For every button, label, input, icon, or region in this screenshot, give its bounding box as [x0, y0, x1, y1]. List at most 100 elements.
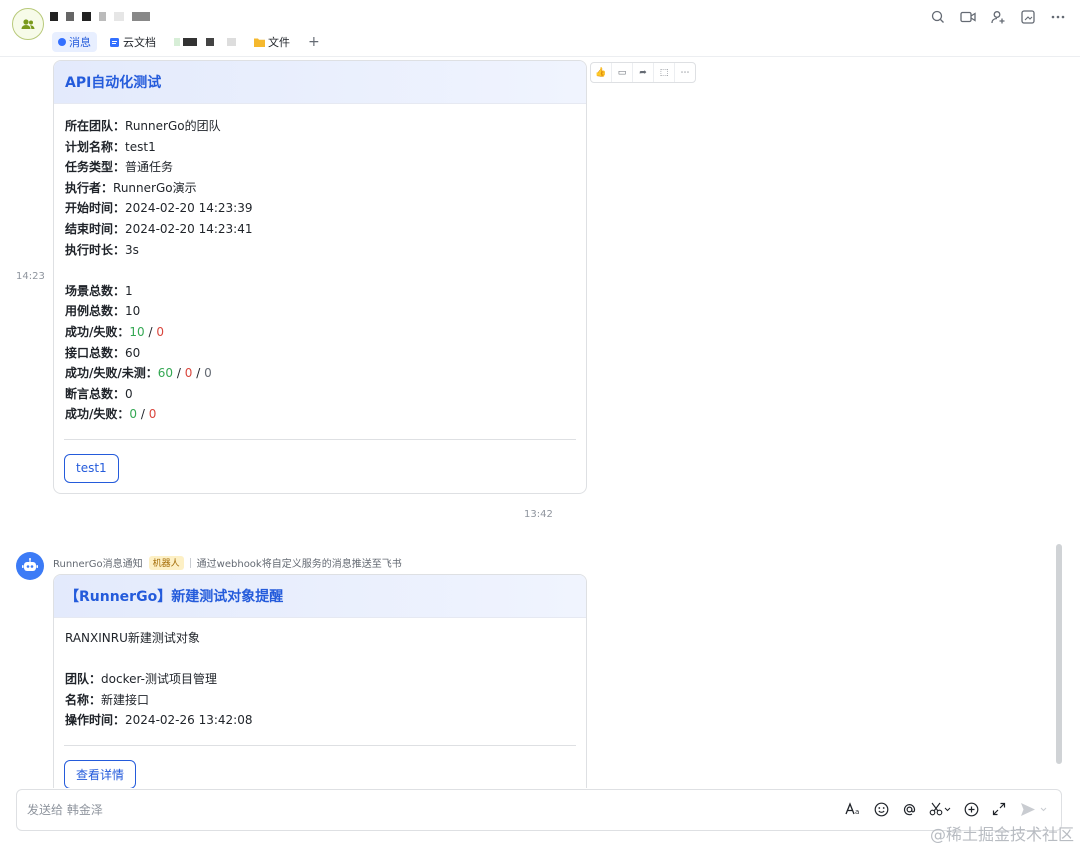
- success-count: 0: [129, 407, 138, 422]
- field-key: 结束时间: [65, 221, 114, 236]
- watermark: @稀土掘金技术社区: [929, 825, 1074, 844]
- stat-api-total: 接口总数：60: [65, 345, 141, 360]
- bot-avatar[interactable]: [16, 552, 44, 580]
- stat-case-total: 用例总数：10: [65, 304, 141, 319]
- expand-icon[interactable]: [991, 801, 1007, 817]
- group-avatar[interactable]: [12, 8, 44, 40]
- message-card-new-object: 【RunnerGo】新建测试对象提醒 RANXINRU新建测试对象 团队：doc…: [53, 574, 587, 788]
- message-card-api-test: API自动化测试 所在团队：RunnerGo的团队 计划名称：test1 任务类…: [53, 60, 587, 494]
- stat-value: 0: [125, 386, 133, 401]
- stat-key: 成功/失败: [65, 324, 118, 339]
- field-plan-name: 计划名称：test1: [65, 139, 156, 154]
- stat-value: 60: [125, 345, 141, 360]
- card-title: 【RunnerGo】新建测试对象提醒: [54, 575, 586, 618]
- stat-value: 10: [125, 304, 141, 319]
- field-value: 新建接口: [101, 692, 150, 707]
- reply-icon[interactable]: ⬚: [654, 63, 675, 82]
- view-details-button[interactable]: 查看详情: [64, 759, 137, 788]
- field-key: 开始时间: [65, 201, 114, 216]
- tab-label: 消息: [69, 36, 91, 49]
- comment-icon[interactable]: ▭: [612, 63, 633, 82]
- stat-case-result: 成功/失败：10 / 0: [65, 324, 164, 339]
- field-key: 操作时间: [65, 713, 114, 728]
- card-body: RANXINRU新建测试对象 团队：docker-测试项目管理 名称：新建接口 …: [54, 618, 586, 731]
- sender-line: RunnerGo消息通知 机器人 通过webhook将自定义服务的消息推送至飞书: [53, 555, 402, 570]
- card-body: 所在团队：RunnerGo的团队 计划名称：test1 任务类型：普通任务 执行…: [54, 104, 586, 425]
- stat-key: 场景总数: [65, 283, 114, 298]
- field-value: docker-测试项目管理: [101, 672, 217, 687]
- fail-count: 0: [156, 324, 164, 339]
- add-tab-button[interactable]: +: [302, 32, 326, 52]
- tab-label: 云文档: [123, 36, 156, 49]
- bot-description: 通过webhook将自定义服务的消息推送至飞书: [196, 559, 402, 570]
- emoji-icon[interactable]: [873, 801, 889, 817]
- mention-icon[interactable]: [901, 801, 917, 817]
- field-value: 2024-02-26 13:42:08: [125, 713, 253, 728]
- separator: [189, 557, 191, 568]
- field-team: 所在团队：RunnerGo的团队: [65, 119, 221, 133]
- screenshot-icon[interactable]: [929, 801, 951, 817]
- message-input[interactable]: [27, 790, 627, 830]
- message-list[interactable]: API自动化测试 所在团队：RunnerGo的团队 计划名称：test1 任务类…: [0, 56, 1066, 788]
- stat-key: 接口总数: [65, 345, 114, 360]
- field-start-time: 开始时间：2024-02-20 14:23:39: [65, 201, 253, 216]
- video-call-icon[interactable]: [960, 9, 976, 25]
- fail-count: 0: [148, 407, 157, 422]
- sender-name[interactable]: RunnerGo消息通知: [53, 555, 143, 570]
- field-name: 名称：新建接口: [65, 692, 150, 707]
- test1-button[interactable]: test1: [64, 453, 119, 483]
- tab-cloud-docs[interactable]: 云文档: [103, 32, 162, 52]
- forward-icon[interactable]: ➦: [633, 63, 654, 82]
- untested-count: 0: [204, 366, 212, 381]
- text-format-icon[interactable]: a: [845, 801, 861, 817]
- field-operation-time: 操作时间：2024-02-26 13:42:08: [65, 713, 253, 728]
- stat-assert-total: 断言总数：0: [65, 386, 133, 401]
- field-value: RunnerGo演示: [113, 180, 197, 195]
- more-icon[interactable]: [1050, 9, 1066, 25]
- chat-title-redacted: [50, 12, 150, 21]
- thumbs-up-icon[interactable]: 👍: [591, 63, 612, 82]
- message-time: 14:23: [16, 271, 45, 282]
- message-icon: [58, 38, 66, 46]
- redacted-block: [66, 12, 74, 21]
- chevron-down-icon[interactable]: [1040, 807, 1047, 812]
- tab-files[interactable]: 文件: [248, 32, 296, 52]
- field-value: 2024-02-20 14:23:39: [125, 201, 253, 216]
- scrollbar[interactable]: [1056, 544, 1062, 764]
- success-count: 60: [157, 366, 174, 381]
- card-actions: 查看详情: [54, 746, 586, 788]
- message-actions: 👍 ▭ ➦ ⬚ ⋯: [590, 62, 696, 83]
- header-toolbar: [930, 9, 1066, 25]
- group-icon: [21, 19, 35, 29]
- doc-icon: [110, 37, 119, 47]
- field-key: 执行时长: [65, 242, 114, 257]
- field-end-time: 结束时间：2024-02-20 14:23:41: [65, 221, 253, 236]
- redacted-block: [206, 38, 214, 46]
- more-icon[interactable]: ⋯: [675, 63, 695, 82]
- redacted-block: [183, 38, 197, 46]
- success-count: 10: [129, 324, 145, 339]
- add-icon[interactable]: [963, 801, 979, 817]
- send-icon[interactable]: [1019, 801, 1047, 817]
- field-value: 2024-02-20 14:23:41: [125, 221, 253, 236]
- chat-info-icon[interactable]: [1020, 9, 1036, 25]
- stat-key: 成功/失败/未测: [65, 366, 146, 381]
- time-divider: 13:42: [524, 509, 553, 520]
- field-value: test1: [125, 139, 156, 154]
- redacted-block: [174, 38, 180, 46]
- card-intro: RANXINRU新建测试对象: [65, 631, 200, 645]
- search-icon[interactable]: [930, 9, 946, 25]
- redacted-block: [99, 12, 106, 21]
- tab-redacted[interactable]: [168, 32, 242, 52]
- folder-icon: [254, 38, 265, 47]
- redacted-block: [82, 12, 91, 21]
- add-member-icon[interactable]: [990, 9, 1006, 25]
- stat-value: 1: [125, 283, 133, 298]
- stat-assert-result: 成功/失败：0 / 0: [65, 407, 157, 422]
- field-key: 任务类型: [65, 160, 114, 175]
- field-value: 普通任务: [125, 160, 174, 175]
- field-value: 3s: [125, 242, 139, 257]
- card-title: API自动化测试: [54, 61, 586, 104]
- tab-messages[interactable]: 消息: [52, 32, 97, 52]
